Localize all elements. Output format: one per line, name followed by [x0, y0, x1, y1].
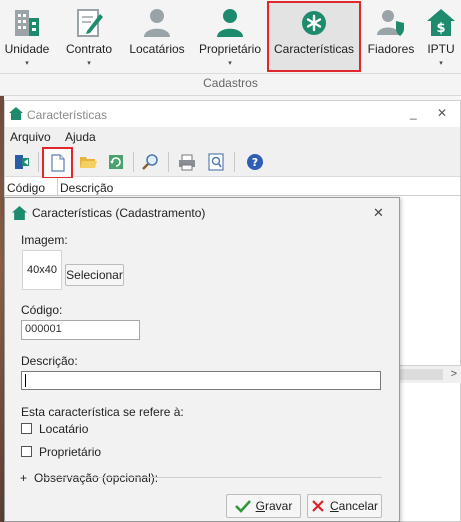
ribbon-label: Características	[273, 42, 355, 56]
description-field[interactable]	[21, 371, 381, 390]
select-image-button[interactable]: Selecionar	[65, 264, 124, 286]
search-button[interactable]	[138, 150, 162, 174]
svg-text:?: ?	[252, 156, 258, 169]
save-button[interactable]: Gravar	[226, 494, 301, 518]
toolbar-separator	[133, 152, 134, 172]
contract-pen-icon	[77, 9, 103, 37]
proprietario-label[interactable]: Proprietário	[39, 445, 101, 459]
asterisk-circle-icon	[302, 11, 326, 35]
ribbon-group-label: Cadastros	[203, 76, 258, 90]
ribbon-label: Contrato	[65, 42, 113, 56]
window-title: Características	[27, 108, 108, 122]
svg-text:$: $	[436, 21, 445, 36]
column-divider	[57, 178, 58, 196]
observation-divider	[42, 477, 382, 478]
refresh-button[interactable]	[104, 150, 128, 174]
grid-header: Código Descrição	[5, 178, 460, 196]
exit-icon	[15, 155, 29, 169]
exit-button[interactable]	[10, 150, 34, 174]
chevron-down-icon: ▾	[228, 60, 232, 67]
cadastramento-dialog: Características (Cadastramento) ✕ Imagem…	[4, 197, 400, 522]
ribbon-iptu-button[interactable]: $ IPTU ▾	[422, 4, 460, 70]
image-label: Imagem:	[21, 233, 68, 247]
ribbon-fiadores-button[interactable]: Fiadores	[366, 4, 416, 70]
print-preview-icon	[208, 153, 224, 171]
person-shield-icon	[377, 10, 404, 36]
ribbon: Unidade ▾ Contrato ▾ Locatários Propriet…	[0, 0, 461, 96]
scrollbar-thumb[interactable]	[395, 369, 443, 380]
save-label: ravar	[265, 499, 293, 513]
help-icon: ?	[247, 154, 263, 170]
print-button[interactable]	[175, 150, 199, 174]
print-preview-button[interactable]	[204, 150, 228, 174]
home-icon	[12, 206, 27, 220]
new-document-icon	[50, 154, 65, 172]
open-button[interactable]	[76, 150, 100, 174]
image-preview: 40x40	[22, 250, 62, 290]
toolbar-separator	[234, 152, 235, 172]
print-icon	[179, 154, 195, 171]
code-field[interactable]: 000001	[21, 320, 140, 340]
help-button[interactable]: ?	[243, 150, 267, 174]
column-header-descricao[interactable]: Descrição	[60, 181, 113, 195]
column-header-codigo[interactable]: Código	[7, 181, 45, 195]
dialog-title: Características (Cadastramento)	[32, 206, 206, 220]
ribbon-unidade-button[interactable]: Unidade ▾	[2, 4, 52, 70]
search-icon	[142, 154, 158, 170]
dialog-close-button[interactable]: ✕	[373, 205, 384, 221]
checkmark-icon	[234, 500, 251, 513]
new-button[interactable]	[42, 147, 73, 179]
code-label: Código:	[21, 303, 63, 317]
observation-label[interactable]: Observação (opcional):	[34, 471, 158, 485]
chevron-down-icon: ▾	[87, 60, 91, 67]
minimize-button[interactable]: _	[410, 106, 417, 120]
window-titlebar: Características _ ✕	[5, 101, 460, 127]
ribbon-group-divider	[0, 73, 461, 74]
toolbar-separator	[168, 152, 169, 172]
person-icon	[144, 9, 170, 37]
locatario-label[interactable]: Locatário	[39, 422, 88, 436]
cancel-mnemonic: C	[329, 499, 339, 513]
close-button[interactable]: ✕	[437, 106, 447, 120]
home-icon	[9, 107, 23, 120]
cancel-x-icon	[312, 500, 324, 512]
house-dollar-icon: $	[427, 9, 455, 36]
dialog-titlebar: Características (Cadastramento) ✕	[5, 198, 399, 228]
ribbon-label: Fiadores	[367, 42, 415, 56]
menu-arquivo[interactable]: Arquivo	[10, 130, 51, 144]
locatario-checkbox[interactable]	[21, 423, 32, 434]
ribbon-label: Unidade	[4, 42, 50, 56]
ribbon-label: Locatários	[129, 42, 185, 56]
ribbon-label: Proprietário	[198, 42, 262, 56]
proprietario-checkbox[interactable]	[21, 446, 32, 457]
ribbon-caracteristicas-button[interactable]: Características	[267, 1, 361, 72]
text-cursor	[25, 374, 26, 387]
toolbar: ?	[5, 147, 460, 179]
description-label: Descrição:	[21, 354, 78, 368]
refers-label: Esta característica se refere à:	[21, 405, 184, 419]
person-green-icon	[217, 9, 243, 37]
cancel-button[interactable]: Cancelar	[307, 494, 382, 518]
cancel-label: ancelar	[338, 499, 379, 513]
save-mnemonic: G	[255, 499, 265, 513]
ribbon-locatarios-button[interactable]: Locatários	[125, 4, 189, 70]
ribbon-label: IPTU	[427, 42, 455, 56]
scroll-right-icon[interactable]: >	[451, 368, 457, 380]
building-icon	[15, 10, 39, 36]
chevron-down-icon: ▾	[439, 60, 443, 67]
menu-ajuda[interactable]: Ajuda	[65, 130, 96, 144]
ribbon-proprietario-button[interactable]: Proprietário ▾	[196, 4, 264, 70]
observation-expand-icon[interactable]: +	[20, 471, 27, 485]
chevron-down-icon: ▾	[25, 60, 29, 67]
open-folder-icon	[80, 157, 97, 168]
horizontal-scrollbar[interactable]: >	[395, 365, 461, 383]
refresh-icon	[109, 155, 123, 169]
toolbar-separator	[38, 152, 39, 172]
ribbon-contrato-button[interactable]: Contrato ▾	[62, 4, 116, 70]
menu-bar: Arquivo Ajuda	[5, 127, 460, 147]
